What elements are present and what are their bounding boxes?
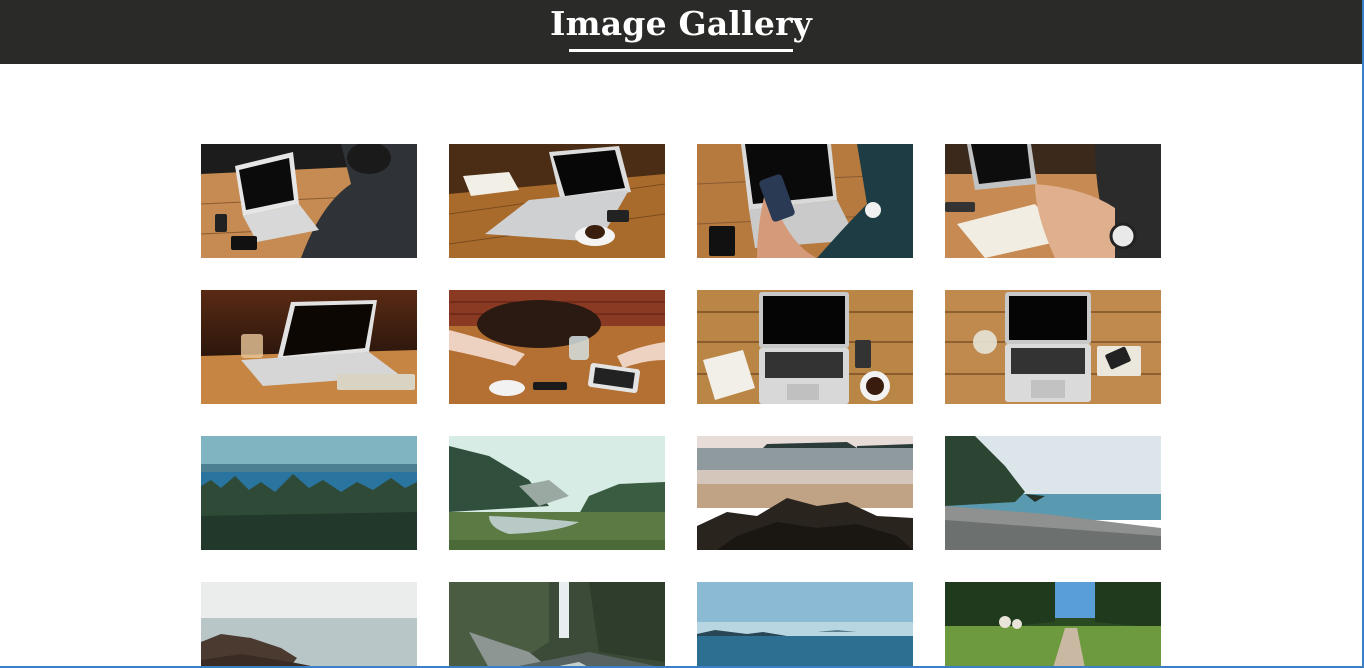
gallery-thumb[interactable]	[945, 290, 1161, 404]
image-grid	[201, 144, 1161, 666]
gallery-thumb[interactable]	[449, 436, 665, 550]
gallery-thumb[interactable]	[697, 144, 913, 258]
image-writing-notebook-watch	[945, 144, 1161, 258]
image-calm-sea-horizon	[697, 582, 913, 666]
gallery-thumb[interactable]	[201, 436, 417, 550]
page-frame: Image Gallery	[0, 0, 1364, 668]
header-bar: Image Gallery	[0, 0, 1362, 64]
title-block: Image Gallery	[550, 0, 812, 64]
gallery-thumb[interactable]	[449, 582, 665, 666]
image-laptop-typing-desk	[201, 144, 417, 258]
gallery-thumb[interactable]	[697, 436, 913, 550]
image-waterfall-canyon	[449, 582, 665, 666]
image-laptop-on-table	[201, 290, 417, 404]
image-valley-river-mist	[449, 436, 665, 550]
gallery-thumb[interactable]	[201, 290, 417, 404]
gallery-thumb[interactable]	[945, 436, 1161, 550]
page-title: Image Gallery	[549, 4, 813, 43]
image-forest-lake-view	[201, 436, 417, 550]
gallery-thumb[interactable]	[697, 582, 913, 666]
gallery-thumb[interactable]	[945, 144, 1161, 258]
image-forest-path	[945, 582, 1161, 666]
image-sea-rocks-fog	[201, 582, 417, 666]
title-underline	[569, 49, 793, 52]
image-rocky-shore-trees	[945, 436, 1161, 550]
image-beach-rocks	[697, 436, 913, 550]
gallery-thumb[interactable]	[449, 290, 665, 404]
image-meeting-bag-tablet	[449, 290, 665, 404]
image-laptop-topdown-coffee	[697, 290, 913, 404]
gallery-thumb[interactable]	[201, 144, 417, 258]
gallery-thumb[interactable]	[945, 582, 1161, 666]
gallery-thumb[interactable]	[449, 144, 665, 258]
gallery-thumb[interactable]	[697, 290, 913, 404]
image-laptop-topdown-glass	[945, 290, 1161, 404]
image-hand-phone-laptop	[697, 144, 913, 258]
image-laptop-notebook-coffee	[449, 144, 665, 258]
gallery-thumb[interactable]	[201, 582, 417, 666]
